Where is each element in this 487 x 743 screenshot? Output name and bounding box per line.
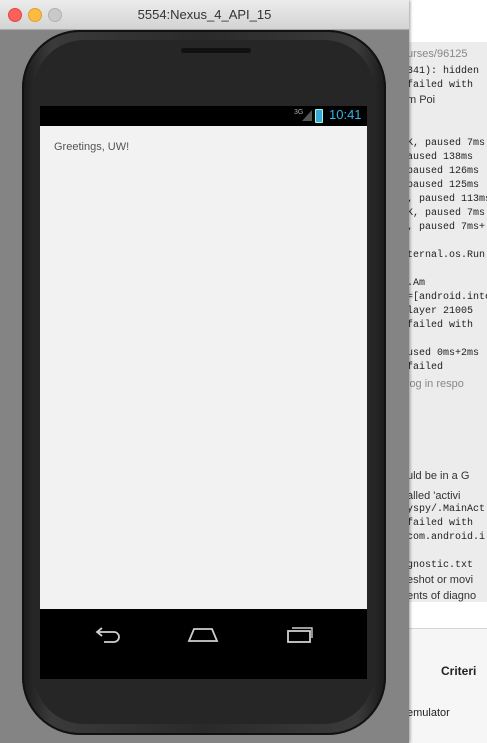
window-title: 5554:Nexus_4_API_15 (137, 7, 272, 22)
console-line: yspy/.MainAct (407, 504, 486, 515)
home-icon[interactable] (186, 625, 220, 643)
console-line: .Am (407, 278, 426, 289)
console-line: , paused 7ms+ (407, 222, 486, 233)
console-line: K, paused 7ms (407, 208, 486, 219)
table-header-criteria: Criteri (441, 664, 477, 678)
phone-frame: 3G 10:41 Greetings, UW! (22, 30, 386, 735)
emulator-window: 5554:Nexus_4_API_15 3G 10:41 Greetings, … (0, 0, 409, 743)
signal-icon (302, 110, 312, 121)
console-line: K, paused 7ms (407, 138, 486, 149)
console-line: used 0ms+2ms (407, 348, 480, 359)
console-line: com.android.i (407, 532, 486, 543)
console-line: failed with (407, 320, 474, 331)
console-line: , paused 113ms (407, 194, 487, 205)
console-line: m Poi (407, 94, 436, 106)
console-line: 341): hidden (407, 66, 480, 77)
navigation-bar (40, 609, 367, 679)
status-bar: 3G 10:41 (40, 106, 367, 126)
window-titlebar[interactable]: 5554:Nexus_4_API_15 (0, 0, 409, 30)
console-line: paused 125ms (407, 180, 480, 191)
console-line: gnostic.txt (407, 560, 474, 571)
battery-icon (315, 109, 323, 123)
console-line: =[android.inte (407, 292, 487, 303)
console-line: log in respo (407, 378, 464, 390)
console-line: failed with (407, 518, 474, 529)
console-line: uld be in a G (407, 470, 470, 482)
console-line: layer 21005 (407, 306, 474, 317)
recent-apps-icon[interactable] (284, 625, 314, 643)
console-line: eshot or movi (407, 574, 474, 586)
console-line: alled 'activi (407, 490, 461, 502)
console-line: urses/96125 (407, 48, 468, 60)
console-line: ternal.os.Run (407, 250, 486, 261)
table-cell: emulator (407, 707, 450, 719)
console-line: paused 126ms (407, 166, 480, 177)
speaker-grille (181, 48, 251, 53)
back-icon[interactable] (94, 625, 124, 643)
app-content[interactable]: Greetings, UW! (40, 126, 367, 609)
console-line: failed (407, 362, 444, 373)
device-screen[interactable]: 3G 10:41 Greetings, UW! (40, 106, 367, 679)
greeting-text: Greetings, UW! (54, 141, 130, 153)
console-line: ents of diagno (407, 590, 477, 602)
console-line: failed with (407, 80, 474, 91)
status-clock: 10:41 (329, 107, 362, 122)
console-line: aused 138ms (407, 152, 474, 163)
